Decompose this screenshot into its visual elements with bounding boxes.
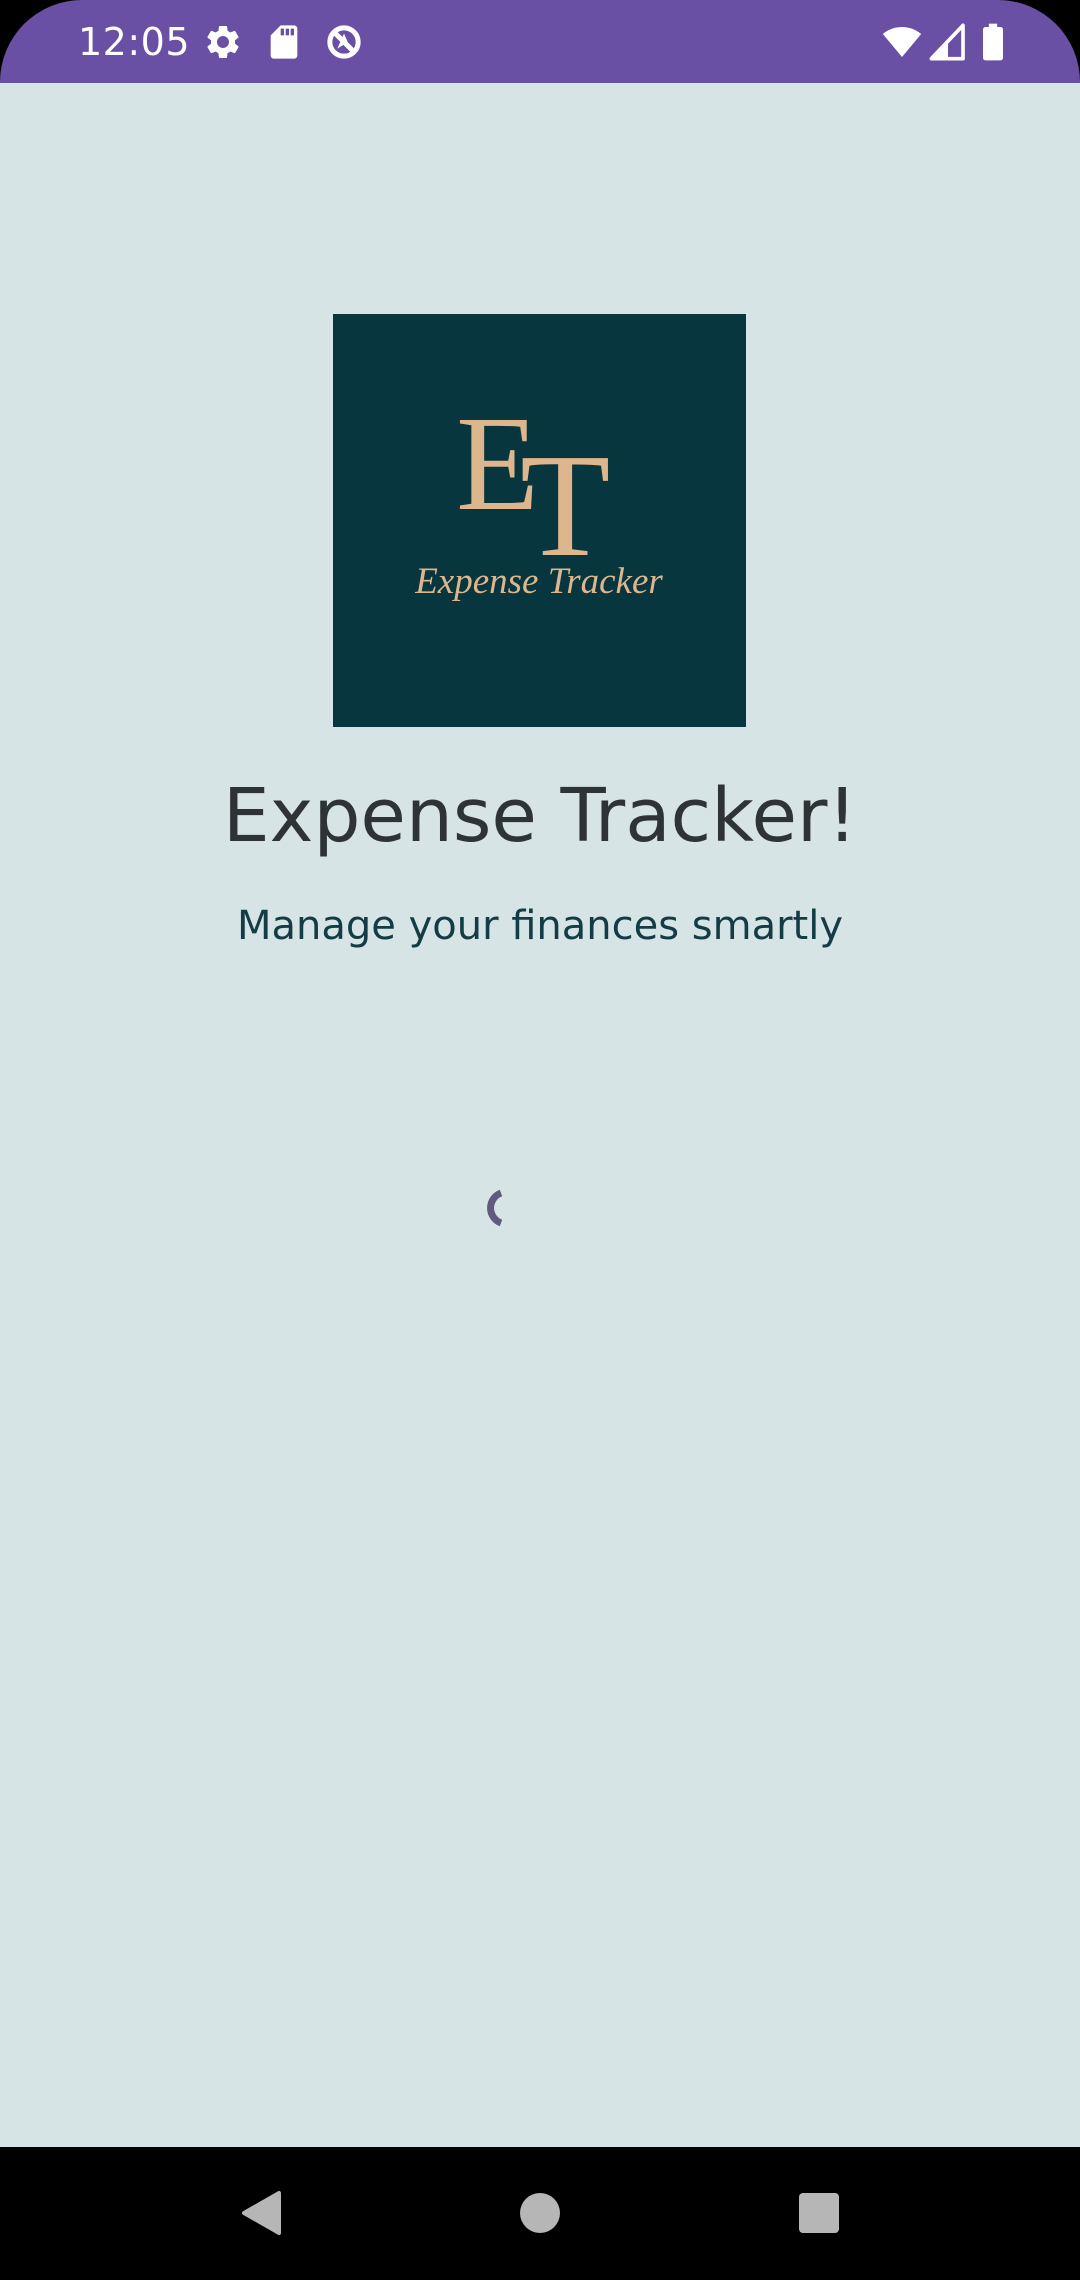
battery-icon bbox=[983, 23, 1003, 61]
app-title: Expense Tracker! bbox=[222, 773, 858, 859]
back-icon[interactable] bbox=[220, 2173, 300, 2253]
no-location-icon bbox=[327, 25, 361, 59]
app-logo: E T Expense Tracker bbox=[333, 314, 746, 727]
navigation-bar bbox=[0, 2147, 1080, 2280]
wifi-icon bbox=[882, 27, 922, 57]
sd-card-icon bbox=[270, 25, 298, 59]
app-logo-artwork: E T Expense Tracker bbox=[414, 389, 663, 602]
splash-screen: E T Expense Tracker Expense Tracker! Man… bbox=[0, 83, 1080, 2147]
gear-icon bbox=[207, 25, 239, 58]
phone-frame: 12:05 E T Expense Tracker Expense Tracke… bbox=[0, 0, 1080, 2280]
cell-signal-icon bbox=[929, 23, 965, 61]
status-bar: 12:05 bbox=[0, 0, 1080, 83]
recents-icon[interactable] bbox=[778, 2173, 858, 2253]
logo-tagline: Expense Tracker bbox=[414, 561, 663, 602]
spinner-icon bbox=[487, 1189, 503, 1227]
app-subtitle: Manage your finances smartly bbox=[236, 903, 844, 949]
status-time: 12:05 bbox=[78, 20, 191, 64]
home-icon[interactable] bbox=[500, 2173, 580, 2253]
